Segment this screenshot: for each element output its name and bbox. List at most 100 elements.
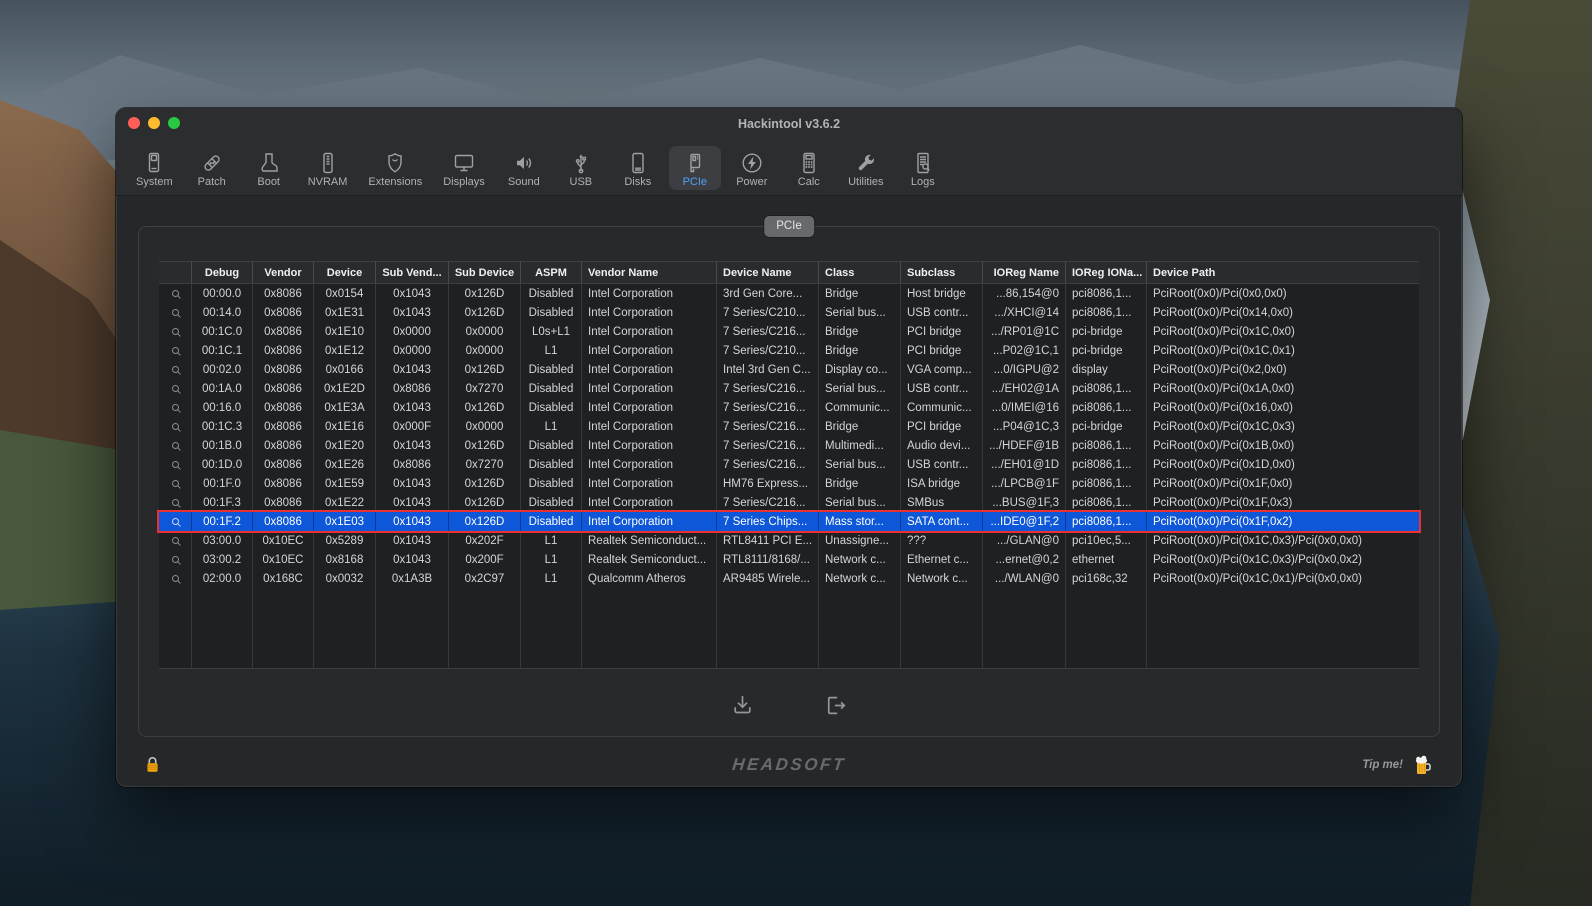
headsoft-logo: HEADSOFT bbox=[116, 755, 1462, 775]
toolbar-item-extensions[interactable]: Extensions bbox=[360, 146, 430, 190]
table-row[interactable]: 00:1C.00x80860x1E100x00000x0000L0s+L1Int… bbox=[159, 322, 1419, 341]
cell-vendor-name: Intel Corporation bbox=[582, 474, 717, 493]
empty-cell bbox=[819, 588, 901, 668]
magnifier-icon[interactable] bbox=[159, 284, 192, 303]
cell-vendor: 0x8086 bbox=[253, 455, 314, 474]
column-header-vendor-name[interactable]: Vendor Name bbox=[582, 262, 717, 283]
cell-sub-device: 0x126D bbox=[449, 303, 521, 322]
export-clipboard-button[interactable] bbox=[818, 688, 853, 723]
cell-device: 0x1E03 bbox=[314, 512, 376, 531]
table-body: 00:00.00x80860x01540x10430x126DDisabledI… bbox=[159, 284, 1419, 588]
magnifier-icon[interactable] bbox=[159, 436, 192, 455]
cell-sub-vendor: 0x000F bbox=[376, 417, 449, 436]
export-file-button[interactable] bbox=[725, 688, 760, 723]
table-row[interactable]: 00:1C.10x80860x1E120x00000x0000L1Intel C… bbox=[159, 341, 1419, 360]
table-row[interactable]: 00:1F.30x80860x1E220x10430x126DDisabledI… bbox=[159, 493, 1419, 512]
cell-class: Communic... bbox=[819, 398, 901, 417]
toolbar-item-boot[interactable]: Boot bbox=[243, 146, 295, 190]
magnifier-icon[interactable] bbox=[159, 531, 192, 550]
table-row[interactable]: 00:14.00x80860x1E310x10430x126DDisabledI… bbox=[159, 303, 1419, 322]
window-title: Hackintool v3.6.2 bbox=[116, 108, 1462, 138]
toolbar-item-power[interactable]: Power bbox=[726, 146, 778, 190]
cell-subclass: PCI bridge bbox=[901, 322, 983, 341]
cell-ioreg-name: .../HDEF@1B bbox=[983, 436, 1066, 455]
column-header-ioreg-iona[interactable]: IOReg IONa... bbox=[1066, 262, 1147, 283]
cell-device-path: PciRoot(0x0)/Pci(0x1C,0x3)/Pci(0x0,0x0) bbox=[1147, 531, 1419, 550]
column-header-aspm[interactable]: ASPM bbox=[521, 262, 582, 283]
magnifier-icon[interactable] bbox=[159, 569, 192, 588]
column-header-device-name[interactable]: Device Name bbox=[717, 262, 819, 283]
table-row[interactable]: 00:02.00x80860x01660x10430x126DDisabledI… bbox=[159, 360, 1419, 379]
magnifier-icon[interactable] bbox=[159, 379, 192, 398]
table-row[interactable]: 00:16.00x80860x1E3A0x10430x126DDisabledI… bbox=[159, 398, 1419, 417]
column-header-sub-vend[interactable]: Sub Vend... bbox=[376, 262, 449, 283]
magnifier-icon[interactable] bbox=[159, 360, 192, 379]
cell-class: Bridge bbox=[819, 284, 901, 303]
toolbar-item-label: Calc bbox=[798, 177, 820, 188]
toolbar-item-pcie[interactable]: PCIe bbox=[669, 146, 721, 190]
column-header-device[interactable]: Device bbox=[314, 262, 376, 283]
toolbar-item-calc[interactable]: Calc bbox=[783, 146, 835, 190]
cell-debug: 00:1B.0 bbox=[192, 436, 253, 455]
column-header-subclass[interactable]: Subclass bbox=[901, 262, 983, 283]
cell-subclass: USB contr... bbox=[901, 303, 983, 322]
column-header-sub-device[interactable]: Sub Device bbox=[449, 262, 521, 283]
magnifier-icon[interactable] bbox=[159, 303, 192, 322]
cell-device-name: 7 Series/C216... bbox=[717, 398, 819, 417]
magnifier-icon[interactable] bbox=[159, 398, 192, 417]
cell-ioreg-ioname: ethernet bbox=[1066, 550, 1147, 569]
column-header-class[interactable]: Class bbox=[819, 262, 901, 283]
table-row[interactable]: 00:00.00x80860x01540x10430x126DDisabledI… bbox=[159, 284, 1419, 303]
magnifier-icon[interactable] bbox=[159, 455, 192, 474]
cell-vendor: 0x8086 bbox=[253, 474, 314, 493]
tab-pcie[interactable]: PCIe bbox=[764, 216, 814, 237]
magnifier-icon[interactable] bbox=[159, 322, 192, 341]
table-row[interactable]: 00:1A.00x80860x1E2D0x80860x7270DisabledI… bbox=[159, 379, 1419, 398]
toolbar-item-logs[interactable]: Logs bbox=[897, 146, 949, 190]
cell-ioreg-name: ...IDE0@1F,2 bbox=[983, 512, 1066, 531]
toolbar-item-nvram[interactable]: NVRAM bbox=[300, 146, 356, 190]
table-row[interactable]: 00:1B.00x80860x1E200x10430x126DDisabledI… bbox=[159, 436, 1419, 455]
cell-aspm: L1 bbox=[521, 417, 582, 436]
toolbar: System Patch Boot NVRAM Extensions Displ… bbox=[116, 138, 1462, 196]
column-header-ioreg-name[interactable]: IOReg Name bbox=[983, 262, 1066, 283]
system-icon bbox=[142, 150, 166, 175]
toolbar-item-usb[interactable]: USB bbox=[555, 146, 607, 190]
cell-vendor-name: Intel Corporation bbox=[582, 398, 717, 417]
table-row[interactable]: 00:1D.00x80860x1E260x80860x7270DisabledI… bbox=[159, 455, 1419, 474]
table-row[interactable]: 00:1C.30x80860x1E160x000F0x0000L1Intel C… bbox=[159, 417, 1419, 436]
title-bar[interactable]: Hackintool v3.6.2 bbox=[116, 108, 1462, 138]
column-header-debug[interactable]: Debug bbox=[192, 262, 253, 283]
magnifier-icon[interactable] bbox=[159, 493, 192, 512]
toolbar-item-utilities[interactable]: Utilities bbox=[840, 146, 892, 190]
utilities-icon bbox=[854, 150, 878, 175]
cell-device-name: RTL8411 PCI E... bbox=[717, 531, 819, 550]
cell-sub-device: 0x0000 bbox=[449, 322, 521, 341]
cell-device: 0x8168 bbox=[314, 550, 376, 569]
cell-sub-vendor: 0x8086 bbox=[376, 455, 449, 474]
cell-debug: 03:00.0 bbox=[192, 531, 253, 550]
cell-device: 0x1E10 bbox=[314, 322, 376, 341]
table-row[interactable]: 00:1F.00x80860x1E590x10430x126DDisabledI… bbox=[159, 474, 1419, 493]
magnifier-icon[interactable] bbox=[159, 474, 192, 493]
magnifier-icon[interactable] bbox=[159, 417, 192, 436]
toolbar-item-label: Displays bbox=[443, 177, 485, 188]
magnifier-icon[interactable] bbox=[159, 512, 192, 531]
toolbar-item-sound[interactable]: Sound bbox=[498, 146, 550, 190]
toolbar-item-disks[interactable]: Disks bbox=[612, 146, 664, 190]
column-header-vendor[interactable]: Vendor bbox=[253, 262, 314, 283]
toolbar-item-patch[interactable]: Patch bbox=[186, 146, 238, 190]
table-row-selected[interactable]: 00:1F.20x80860x1E030x10430x126DDisabledI… bbox=[159, 512, 1419, 531]
magnifier-icon[interactable] bbox=[159, 341, 192, 360]
table-row[interactable]: 02:00.00x168C0x00320x1A3B0x2C97L1Qualcom… bbox=[159, 569, 1419, 588]
cell-sub-device: 0x0000 bbox=[449, 417, 521, 436]
logs-icon bbox=[911, 150, 935, 175]
column-header-device-path[interactable]: Device Path bbox=[1147, 262, 1419, 283]
cell-vendor: 0x8086 bbox=[253, 303, 314, 322]
cell-sub-vendor: 0x1043 bbox=[376, 512, 449, 531]
table-row[interactable]: 03:00.00x10EC0x52890x10430x202FL1Realtek… bbox=[159, 531, 1419, 550]
toolbar-item-displays[interactable]: Displays bbox=[435, 146, 493, 190]
table-row[interactable]: 03:00.20x10EC0x81680x10430x200FL1Realtek… bbox=[159, 550, 1419, 569]
magnifier-icon[interactable] bbox=[159, 550, 192, 569]
toolbar-item-system[interactable]: System bbox=[128, 146, 181, 190]
